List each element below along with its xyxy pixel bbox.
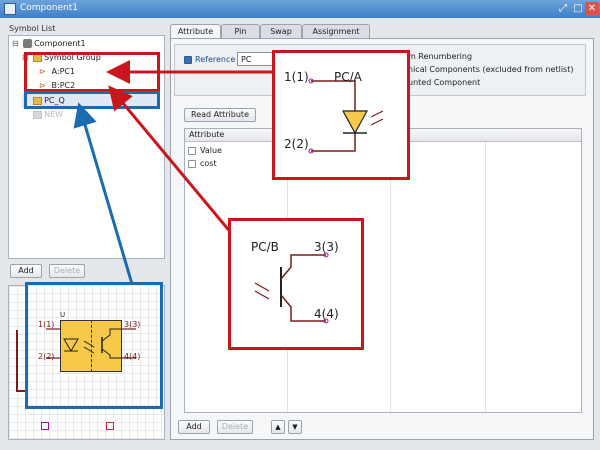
pc-b-pin3-label: 3(3) bbox=[314, 240, 339, 254]
pc-q-pin2-label: 2(2) bbox=[38, 352, 55, 361]
pc-a-pin2-label: 2(2) bbox=[284, 137, 309, 151]
pc-q-symbol bbox=[46, 328, 136, 359]
pc-b-name: PC/B bbox=[251, 240, 279, 254]
pc-a-pin1-label: 1(1) bbox=[284, 70, 309, 84]
arrow-pc-q bbox=[73, 102, 134, 285]
pc-b-pin4-label: 4(4) bbox=[314, 307, 339, 321]
pc-a-name: PC/A bbox=[334, 70, 362, 84]
pc-q-pin3-label: 3(3) bbox=[124, 320, 141, 329]
pc-q-pin1-label: 1(1) bbox=[38, 320, 55, 329]
pc-q-pin4-label: 4(4) bbox=[124, 352, 141, 361]
pc-q-ref: U bbox=[60, 311, 66, 319]
